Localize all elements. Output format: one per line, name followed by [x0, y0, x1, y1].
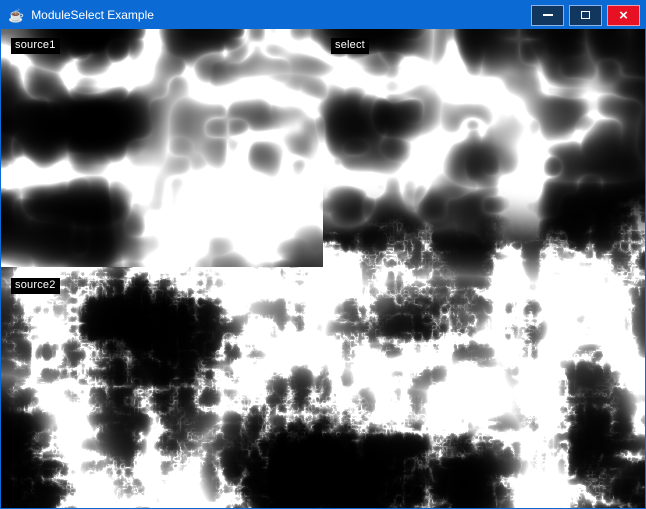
maximize-icon [581, 11, 590, 19]
window-title: ModuleSelect Example [31, 8, 531, 22]
source2-label: source2 [11, 278, 60, 294]
minimize-button[interactable] [531, 5, 564, 26]
title-bar[interactable]: ☕ ModuleSelect Example × [1, 1, 645, 29]
close-button[interactable]: × [607, 5, 640, 26]
app-window: ☕ ModuleSelect Example × source1 select … [0, 0, 646, 509]
minimize-icon [543, 14, 553, 16]
client-area: source1 select source2 [1, 29, 645, 508]
select-label: select [331, 38, 369, 54]
source1-image [1, 29, 323, 267]
maximize-button[interactable] [569, 5, 602, 26]
window-controls: × [531, 5, 645, 26]
source2-image [1, 267, 645, 508]
java-coffee-cup-icon: ☕ [8, 9, 24, 22]
close-icon: × [619, 8, 628, 23]
source1-label: source1 [11, 38, 60, 54]
